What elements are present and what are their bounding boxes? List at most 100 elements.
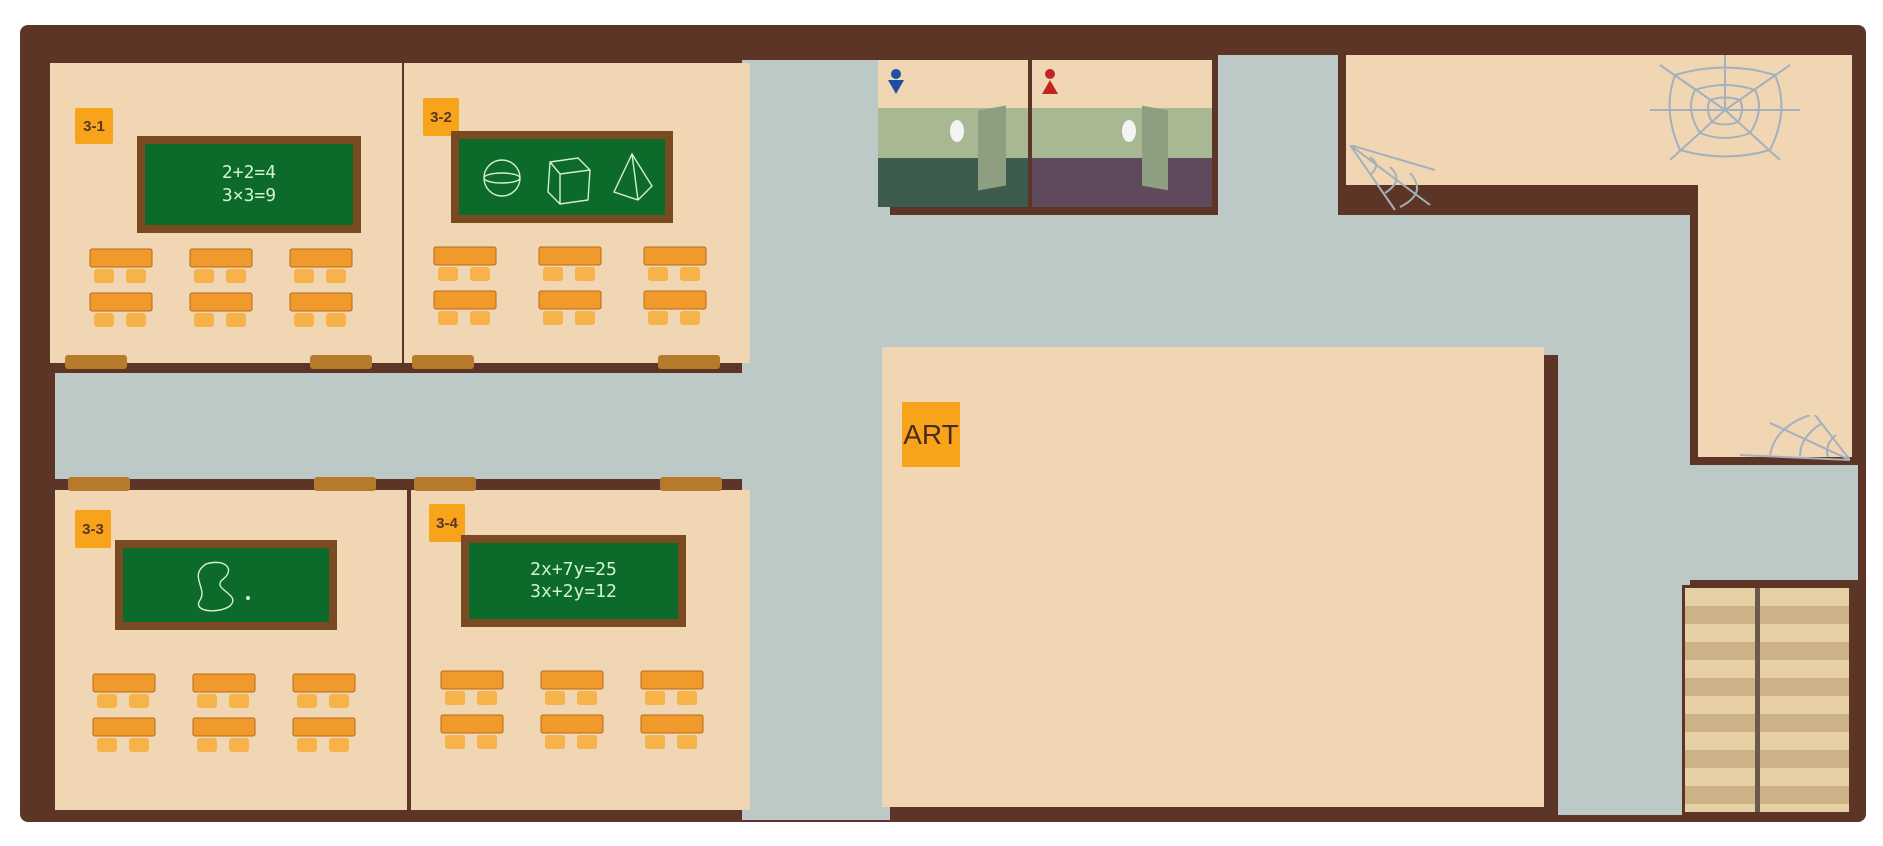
chair <box>438 267 458 281</box>
chair <box>577 691 597 705</box>
room-label-art: ART <box>902 402 960 467</box>
chair <box>97 738 117 752</box>
chalkboard <box>451 131 673 223</box>
chair <box>326 313 346 327</box>
chair <box>445 691 465 705</box>
door[interactable] <box>310 355 372 369</box>
desk <box>189 248 253 268</box>
classroom-3-2[interactable]: 3-2 <box>404 63 750 363</box>
chair <box>129 738 149 752</box>
chair <box>438 311 458 325</box>
toilet <box>1122 120 1136 142</box>
chair <box>575 267 595 281</box>
female-restroom-icon <box>1042 69 1058 94</box>
chair <box>543 267 563 281</box>
chalkboard-line: 3x+2y=12 <box>530 581 617 602</box>
chair <box>94 269 114 283</box>
womens-restroom[interactable] <box>1032 60 1212 207</box>
spiderweb-icon <box>1350 145 1436 211</box>
stairwell[interactable] <box>1682 585 1852 815</box>
chair <box>229 694 249 708</box>
chair <box>197 694 217 708</box>
mens-restroom[interactable] <box>878 60 1028 207</box>
desk <box>640 670 704 690</box>
chair <box>326 269 346 283</box>
door[interactable] <box>412 355 474 369</box>
chair <box>680 267 700 281</box>
chalkboard-line: 2x+7y=25 <box>530 558 617 580</box>
classroom-3-3[interactable]: 3-3 <box>55 490 407 810</box>
chair <box>97 694 117 708</box>
desk <box>643 290 707 310</box>
desk <box>640 714 704 734</box>
spiderweb-icon <box>1740 415 1850 461</box>
stair-handrail <box>1755 588 1760 812</box>
chair <box>543 311 563 325</box>
chair <box>297 694 317 708</box>
door[interactable] <box>68 477 130 491</box>
desk <box>89 292 153 312</box>
chair <box>470 311 490 325</box>
chair <box>470 267 490 281</box>
chalkboard-line: 3×3=9 <box>221 184 277 206</box>
desk-grid <box>89 248 353 327</box>
desk-grid <box>440 670 704 749</box>
room-label-3-3: 3-3 <box>75 510 111 548</box>
chalkboard: 2x+7y=25 3x+2y=12 <box>461 535 686 627</box>
hallway-east-branch[interactable] <box>1558 465 1858 580</box>
desk <box>433 290 497 310</box>
hallway-north-branch[interactable] <box>1218 55 1338 255</box>
door[interactable] <box>314 477 376 491</box>
chair <box>677 691 697 705</box>
cube-drawing <box>547 157 591 205</box>
desk <box>433 246 497 266</box>
stall-door[interactable] <box>978 105 1006 191</box>
room-label-3-1: 3-1 <box>75 108 113 144</box>
desk <box>440 670 504 690</box>
chair <box>575 311 595 325</box>
desk-grid <box>433 246 707 325</box>
chair <box>648 311 668 325</box>
room-label-3-4: 3-4 <box>429 504 465 542</box>
chair <box>329 694 349 708</box>
chair <box>194 269 214 283</box>
chair <box>126 269 146 283</box>
chair <box>680 311 700 325</box>
chair <box>126 313 146 327</box>
desk <box>440 714 504 734</box>
chair <box>577 735 597 749</box>
desk <box>92 717 156 737</box>
stall-door[interactable] <box>1142 105 1168 191</box>
chair <box>294 313 314 327</box>
chair <box>645 735 665 749</box>
desk <box>540 670 604 690</box>
chair <box>477 735 497 749</box>
chair <box>297 738 317 752</box>
art-room[interactable]: ART <box>882 347 1544 807</box>
desk <box>92 673 156 693</box>
chair <box>226 313 246 327</box>
desk <box>538 246 602 266</box>
door[interactable] <box>414 477 476 491</box>
door[interactable] <box>658 355 720 369</box>
desk-grid <box>92 673 356 752</box>
door[interactable] <box>65 355 127 369</box>
door[interactable] <box>660 477 722 491</box>
chalkboard: 2+2=4 3×3=9 <box>137 136 361 233</box>
classroom-3-4[interactable]: 3-4 2x+7y=25 3x+2y=12 <box>411 490 750 810</box>
desk <box>289 292 353 312</box>
chalkboard <box>115 540 337 630</box>
desk <box>192 717 256 737</box>
classroom-3-1[interactable]: 3-1 2+2=4 3×3=9 <box>50 63 402 363</box>
chair <box>294 269 314 283</box>
desk <box>89 248 153 268</box>
chalkboard-line: 2+2=4 <box>221 162 277 183</box>
pyramid-drawing <box>613 152 653 201</box>
hallway-center[interactable] <box>742 60 890 820</box>
chalkboard-shapes <box>483 152 653 205</box>
chair <box>197 738 217 752</box>
chair <box>645 691 665 705</box>
desk <box>292 717 356 737</box>
chair <box>545 735 565 749</box>
sphere-drawing <box>483 159 521 197</box>
